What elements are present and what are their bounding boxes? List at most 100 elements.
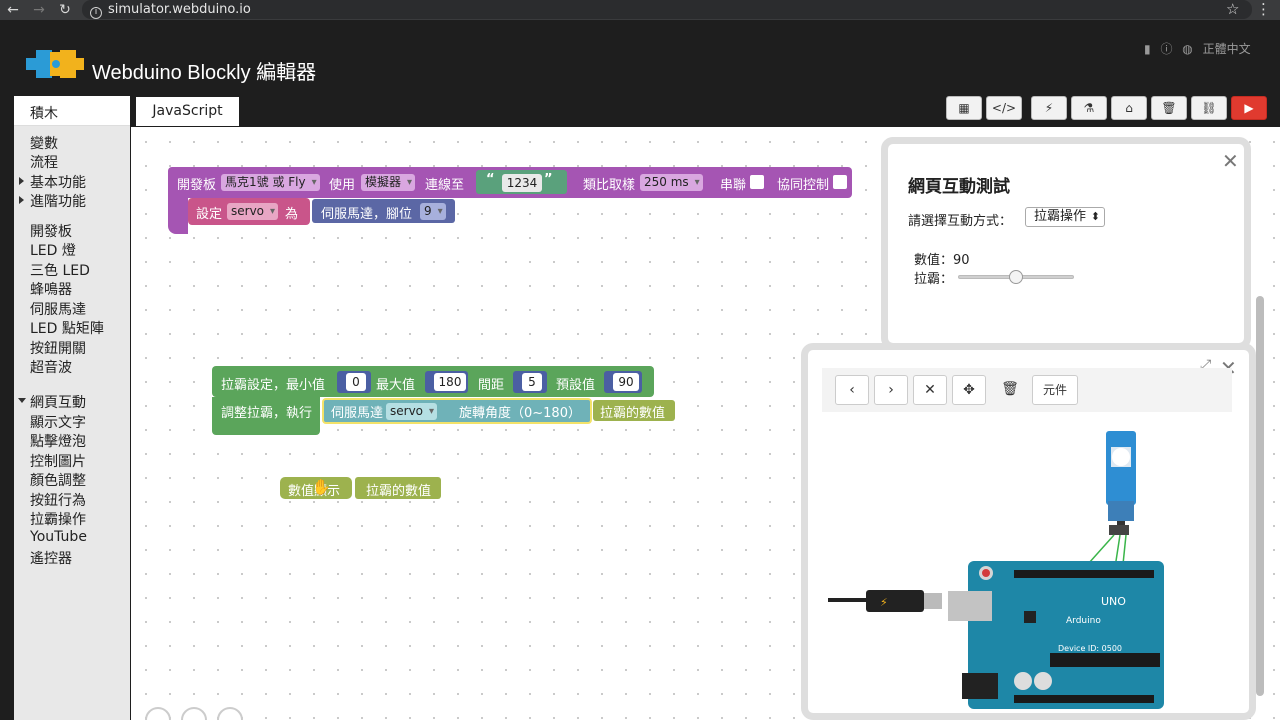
slider-setting-label: 拉霸設定，最小值: [221, 378, 326, 393]
category-ultrasonic[interactable]: 超音波: [30, 357, 72, 377]
category-rgb-led[interactable]: 三色 LED: [30, 260, 90, 280]
category-buzzer[interactable]: 蜂鳴器: [30, 279, 72, 299]
servo-pin-label: 伺服馬達，腳位: [321, 207, 413, 222]
app-header: Webduino Blockly 編輯器 ▮ ⓘ ◍ 正體中文: [0, 20, 1280, 96]
servo-var-dropdown[interactable]: servo: [386, 403, 438, 420]
serial-label: 串聯: [720, 178, 747, 193]
display-slider-value-label: 拉霸的數值: [366, 484, 432, 499]
category-button[interactable]: 按鈕開關: [30, 338, 86, 358]
browser-toolbar: ← → ↻ i simulator.webduino.io ☆ ⋮: [0, 0, 1280, 20]
serial-checkbox[interactable]: [750, 175, 764, 189]
library-icon[interactable]: ⌂: [1111, 96, 1147, 120]
variable-dropdown[interactable]: servo: [227, 203, 279, 220]
component-button[interactable]: 元件: [1032, 375, 1078, 405]
link-icon[interactable]: ⛓: [1191, 96, 1227, 120]
app-title: Webduino Blockly 編輯器: [92, 62, 317, 84]
toolbox-tab-blocks[interactable]: 積木: [14, 96, 130, 126]
arduino-uno-board: Arduino UNO Device ID: 0500: [948, 561, 1164, 709]
board-type-dropdown[interactable]: 馬克1號 或 Fly: [221, 174, 320, 191]
bookmark-star-icon[interactable]: ☆: [1226, 0, 1239, 18]
interaction-mode-select[interactable]: 拉霸操作: [1025, 207, 1105, 227]
move-icon[interactable]: ✥: [952, 375, 986, 405]
tab-javascript[interactable]: JavaScript: [136, 97, 239, 126]
panel-title: 網頁互動測試: [908, 177, 1010, 197]
interaction-prompt: 請選擇互動方式：: [908, 214, 1013, 229]
address-bar[interactable]: i simulator.webduino.io: [82, 0, 1252, 19]
header-icons: ▮ ⓘ ◍ 正體中文: [1144, 40, 1257, 57]
zoom-center-icon[interactable]: [145, 707, 171, 720]
browser-menu-icon[interactable]: ⋮: [1256, 0, 1271, 18]
category-show-text[interactable]: 顯示文字: [30, 412, 86, 432]
qrcode-icon[interactable]: ▦: [946, 96, 982, 120]
device-id-label: Device ID: 0500: [1058, 644, 1122, 653]
prev-icon[interactable]: ‹: [835, 375, 869, 405]
category-advanced[interactable]: 進階功能: [19, 191, 86, 211]
step-label: 間距: [478, 378, 505, 393]
trash-icon[interactable]: 🗑: [993, 375, 1027, 405]
pin-dropdown[interactable]: 9: [420, 203, 446, 220]
simulator-panel: ✕ ⤢ ‹ › ✕ ✥ 🗑 元件 ⚡: [801, 343, 1256, 720]
info-icon[interactable]: i: [90, 7, 102, 19]
url-text: simulator.webduino.io: [108, 2, 251, 17]
default-field[interactable]: 90: [613, 373, 639, 391]
category-control-image[interactable]: 控制圖片: [30, 451, 86, 471]
next-icon[interactable]: ›: [874, 375, 908, 405]
category-servo[interactable]: 伺服馬達: [30, 299, 86, 319]
set-label: 設定: [196, 207, 223, 222]
blockly-toolbox: 積木 變數 流程 基本功能 進階功能 開發板 LED 燈 三色 LED 蜂鳴器 …: [14, 96, 130, 720]
forward-arrow-icon[interactable]: →: [30, 1, 48, 19]
step-field[interactable]: 5: [522, 373, 542, 391]
reload-icon[interactable]: ↻: [56, 1, 74, 19]
category-remote[interactable]: 遙控器: [30, 548, 72, 568]
arduino-label: Arduino: [1066, 616, 1101, 626]
back-arrow-icon[interactable]: ←: [4, 1, 22, 19]
category-led[interactable]: LED 燈: [30, 240, 76, 260]
arduino-simulation: ⚡ Arduino UNO Device ID: 0500: [828, 431, 1164, 709]
category-slider[interactable]: 拉霸操作: [30, 509, 86, 529]
interval-dropdown[interactable]: 250 ms: [640, 174, 703, 191]
zoom-out-icon[interactable]: [217, 707, 243, 720]
category-web-interaction[interactable]: 網頁互動: [18, 392, 86, 412]
usb-cable-icon: ⚡: [828, 590, 942, 612]
servo-motor-icon: [1106, 431, 1136, 535]
category-color-adjust[interactable]: 顏色調整: [30, 470, 86, 490]
device-id-field[interactable]: 1234: [502, 174, 542, 192]
book-icon[interactable]: ▮: [1144, 42, 1151, 56]
slider-track[interactable]: [958, 270, 1074, 284]
max-field[interactable]: 180: [434, 373, 466, 391]
scrollbar[interactable]: [1256, 296, 1264, 696]
globe-icon[interactable]: ◍: [1182, 42, 1192, 56]
max-label: 最大值: [376, 378, 416, 393]
category-board[interactable]: 開發板: [30, 221, 72, 241]
category-led-matrix[interactable]: LED 點矩陣: [30, 318, 104, 338]
default-label: 預設值: [556, 378, 596, 393]
category-basic[interactable]: 基本功能: [19, 172, 86, 192]
run-button[interactable]: ▶: [1231, 96, 1267, 120]
close-icon[interactable]: ✕: [1222, 149, 1239, 173]
sampling-label: 類比取樣: [583, 178, 636, 193]
lightning-icon[interactable]: ⚡: [1031, 96, 1067, 120]
device-dropdown[interactable]: 模擬器: [361, 174, 416, 191]
coop-checkbox[interactable]: [833, 175, 847, 189]
uno-label: UNO: [1101, 595, 1126, 608]
trash-icon[interactable]: 🗑: [1151, 96, 1187, 120]
flask-icon[interactable]: ⚗: [1071, 96, 1107, 120]
close-x-icon[interactable]: ✕: [913, 375, 947, 405]
info-circle-icon[interactable]: ⓘ: [1160, 42, 1172, 56]
web-interaction-panel: ✕ 網頁互動測試 請選擇互動方式： 拉霸操作 數值：90 拉霸：: [881, 137, 1251, 350]
slider-thumb[interactable]: [1009, 270, 1023, 284]
svg-text:⚡: ⚡: [880, 596, 888, 609]
category-youtube[interactable]: YouTube: [30, 529, 87, 545]
coop-label: 協同控制: [777, 178, 830, 193]
category-variables[interactable]: 變數: [30, 133, 58, 153]
category-click-bulb[interactable]: 點擊燈泡: [30, 431, 86, 451]
category-flow[interactable]: 流程: [30, 152, 58, 172]
code-icon[interactable]: </>: [986, 96, 1022, 120]
category-button-behavior[interactable]: 按鈕行為: [30, 490, 86, 510]
language-selector[interactable]: 正體中文: [1203, 42, 1251, 56]
zoom-in-icon[interactable]: [181, 707, 207, 720]
connect-label: 連線至: [425, 178, 465, 193]
rotate-label: 旋轉角度（0~180）: [459, 406, 581, 421]
slider-label: 拉霸：: [914, 272, 954, 287]
min-field[interactable]: 0: [346, 373, 366, 391]
